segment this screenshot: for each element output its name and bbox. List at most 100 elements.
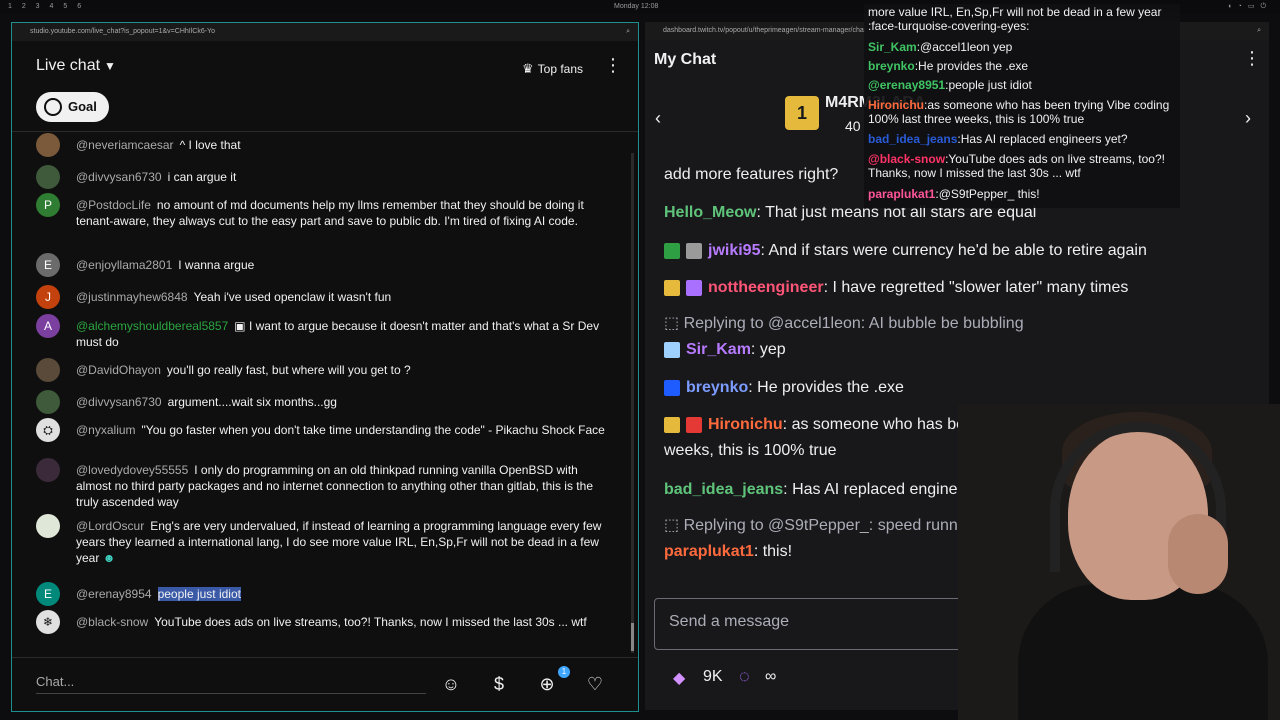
youtube-url-text: studio.youtube.com/live_chat?is_popout=1… — [30, 28, 215, 35]
channel-points-icon[interactable]: ◌ — [739, 666, 750, 687]
avatar[interactable]: P — [36, 193, 60, 217]
overlay-line: more value IRL, En,Sp,Fr will not be dea… — [868, 5, 1162, 33]
chat-scrollbar[interactable] — [631, 153, 634, 653]
overlay-name: breynko — [868, 59, 915, 73]
avatar[interactable]: A — [36, 314, 60, 338]
overlay-text: @accel1leon yep — [920, 40, 1013, 54]
avatar[interactable] — [36, 133, 60, 157]
message-text: no amount of md documents help my llms r… — [76, 198, 584, 228]
avatar[interactable] — [36, 390, 60, 414]
member-badge-icon: ▣ — [234, 319, 249, 333]
bits-icon[interactable]: ◆ — [673, 668, 685, 688]
badge-icon[interactable] — [686, 416, 702, 433]
avatar[interactable] — [36, 165, 60, 189]
search-icon[interactable]: ⌕ — [626, 23, 630, 41]
overlay-line: Hironichu:as someone who has been trying… — [868, 98, 1170, 126]
badge-icon[interactable] — [664, 279, 680, 296]
message-author[interactable]: @justinmayhew6848 — [76, 290, 188, 304]
chat-line: nottheengineer: I have regretted "slower… — [664, 275, 1259, 301]
network-icon[interactable]: ◔ — [1238, 3, 1248, 10]
chat-line: jwiki95: And if stars were currency he'd… — [664, 238, 1259, 264]
message-author[interactable]: @nyxalium — [76, 423, 136, 437]
webcam-feed — [958, 404, 1280, 720]
chat-username[interactable]: Hironichu — [708, 416, 783, 433]
badge-icon[interactable] — [686, 279, 702, 296]
overlay-line: @erenay8951:people just idiot — [868, 78, 1032, 92]
message-author[interactable]: @enjoyllama2801 — [76, 258, 172, 272]
badge-icon[interactable] — [664, 341, 680, 358]
volume-icon[interactable]: ◖ — [1227, 3, 1237, 10]
overlay-name: Sir_Kam — [868, 40, 917, 54]
chat-username[interactable]: Sir_Kam — [686, 341, 751, 358]
message-author[interactable]: @neveriamcaesar — [76, 138, 174, 152]
chat-username[interactable]: Hello_Meow — [664, 204, 756, 221]
avatar[interactable] — [36, 358, 60, 382]
overlay-name: bad_idea_jeans — [868, 132, 958, 146]
scrollbar-thumb[interactable] — [631, 623, 634, 651]
chat-line: breynko: He provides the .exe — [664, 375, 1259, 401]
avatar[interactable]: E — [36, 253, 60, 277]
message-text: "You go faster when you don't take time … — [141, 423, 605, 437]
avatar[interactable]: ❄ — [36, 610, 60, 634]
chat-username[interactable]: paraplukat1 — [664, 543, 754, 560]
power-icon[interactable]: ⏻ — [1260, 3, 1272, 10]
message-author[interactable]: @erenay8954 — [76, 587, 152, 601]
badge-icon[interactable] — [664, 242, 680, 259]
message-author[interactable]: @PostdocLife — [76, 198, 151, 212]
overlay-text: He provides the .exe — [918, 59, 1029, 73]
badge-icon[interactable] — [686, 242, 702, 259]
overlay-line: bad_idea_jeans:Has AI replaced engineers… — [868, 132, 1128, 146]
overlay-name: Hironichu — [868, 98, 924, 112]
chat-username[interactable]: bad_idea_jeans — [664, 481, 783, 498]
battery-icon[interactable]: ▭ — [1248, 3, 1261, 10]
chat-username[interactable]: breynko — [686, 379, 748, 396]
more-options-icon[interactable]: ⋮ — [1243, 48, 1261, 69]
super-chat-icon[interactable]: $ — [487, 672, 511, 696]
goal-label: Goal — [68, 99, 97, 114]
system-tray[interactable]: ◖◔▭⏻ — [1227, 2, 1272, 11]
send-message-placeholder: Send a message — [669, 613, 790, 630]
channel-points-count: ∞ — [765, 668, 777, 685]
chevron-left-icon[interactable]: ‹ — [655, 108, 661, 129]
message-author[interactable]: @divvysan6730 — [76, 170, 162, 184]
chevron-right-icon[interactable]: › — [1245, 108, 1251, 129]
live-chat-header: Live chat ▼ ♛ Top fans ⋮ — [12, 41, 638, 87]
avatar[interactable] — [36, 514, 60, 538]
badge-icon[interactable] — [664, 379, 680, 396]
avatar[interactable]: E — [36, 582, 60, 606]
avatar[interactable]: ⛭ — [36, 418, 60, 442]
youtube-url-bar[interactable]: studio.youtube.com/live_chat?is_popout=1… — [12, 23, 638, 41]
chat-input[interactable]: Chat... — [36, 674, 426, 694]
top-fans-label: Top fans — [537, 62, 584, 76]
live-chat-dropdown[interactable]: Live chat ▼ — [36, 57, 116, 75]
message-author[interactable]: @LordOscur — [76, 519, 144, 533]
chat-message-list[interactable]: @neveriamcaesar ^ I love that @divvysan67… — [12, 133, 638, 655]
workspace-indicator[interactable]: 1 2 3 4 5 6 — [8, 3, 85, 10]
add-reaction-icon[interactable]: ⊕ — [535, 672, 559, 696]
more-options-icon[interactable]: ⋮ — [604, 55, 622, 76]
top-fans-button[interactable]: ♛ Top fans — [512, 56, 593, 82]
avatar[interactable]: J — [36, 285, 60, 309]
message-author[interactable]: @alchemyshouldbereal5857 — [76, 319, 228, 333]
chat-text: He provides the .exe — [757, 379, 904, 396]
youtube-live-chat-window: studio.youtube.com/live_chat?is_popout=1… — [11, 22, 639, 712]
gift-count: 40 — [845, 118, 861, 134]
overlay-name: @erenay8951 — [868, 78, 946, 92]
avatar[interactable] — [36, 458, 60, 482]
chat-username[interactable]: jwiki95 — [708, 242, 760, 259]
message-author[interactable]: @divvysan6730 — [76, 395, 162, 409]
heart-icon[interactable]: ♡ — [583, 672, 607, 696]
message-author[interactable]: @black-snow — [76, 615, 148, 629]
reply-text[interactable]: Replying to @accel1leon: AI bubble be bu… — [684, 315, 1024, 332]
chat-username[interactable]: nottheengineer — [708, 279, 824, 296]
message-text: i can argue it — [167, 170, 237, 184]
reply-context: ⬚ Replying to @accel1leon: AI bubble be … — [664, 311, 1259, 337]
emoji-icon[interactable]: ☺ — [439, 672, 463, 696]
message-author[interactable]: @lovedydovey55555 — [76, 463, 188, 477]
chat-text: this! — [762, 543, 793, 560]
search-icon[interactable]: ⌕ — [1257, 22, 1261, 40]
goal-button[interactable]: Goal — [36, 92, 109, 122]
message-author[interactable]: @DavidOhayon — [76, 363, 161, 377]
badge-icon[interactable] — [664, 416, 680, 433]
goal-icon — [44, 97, 62, 116]
